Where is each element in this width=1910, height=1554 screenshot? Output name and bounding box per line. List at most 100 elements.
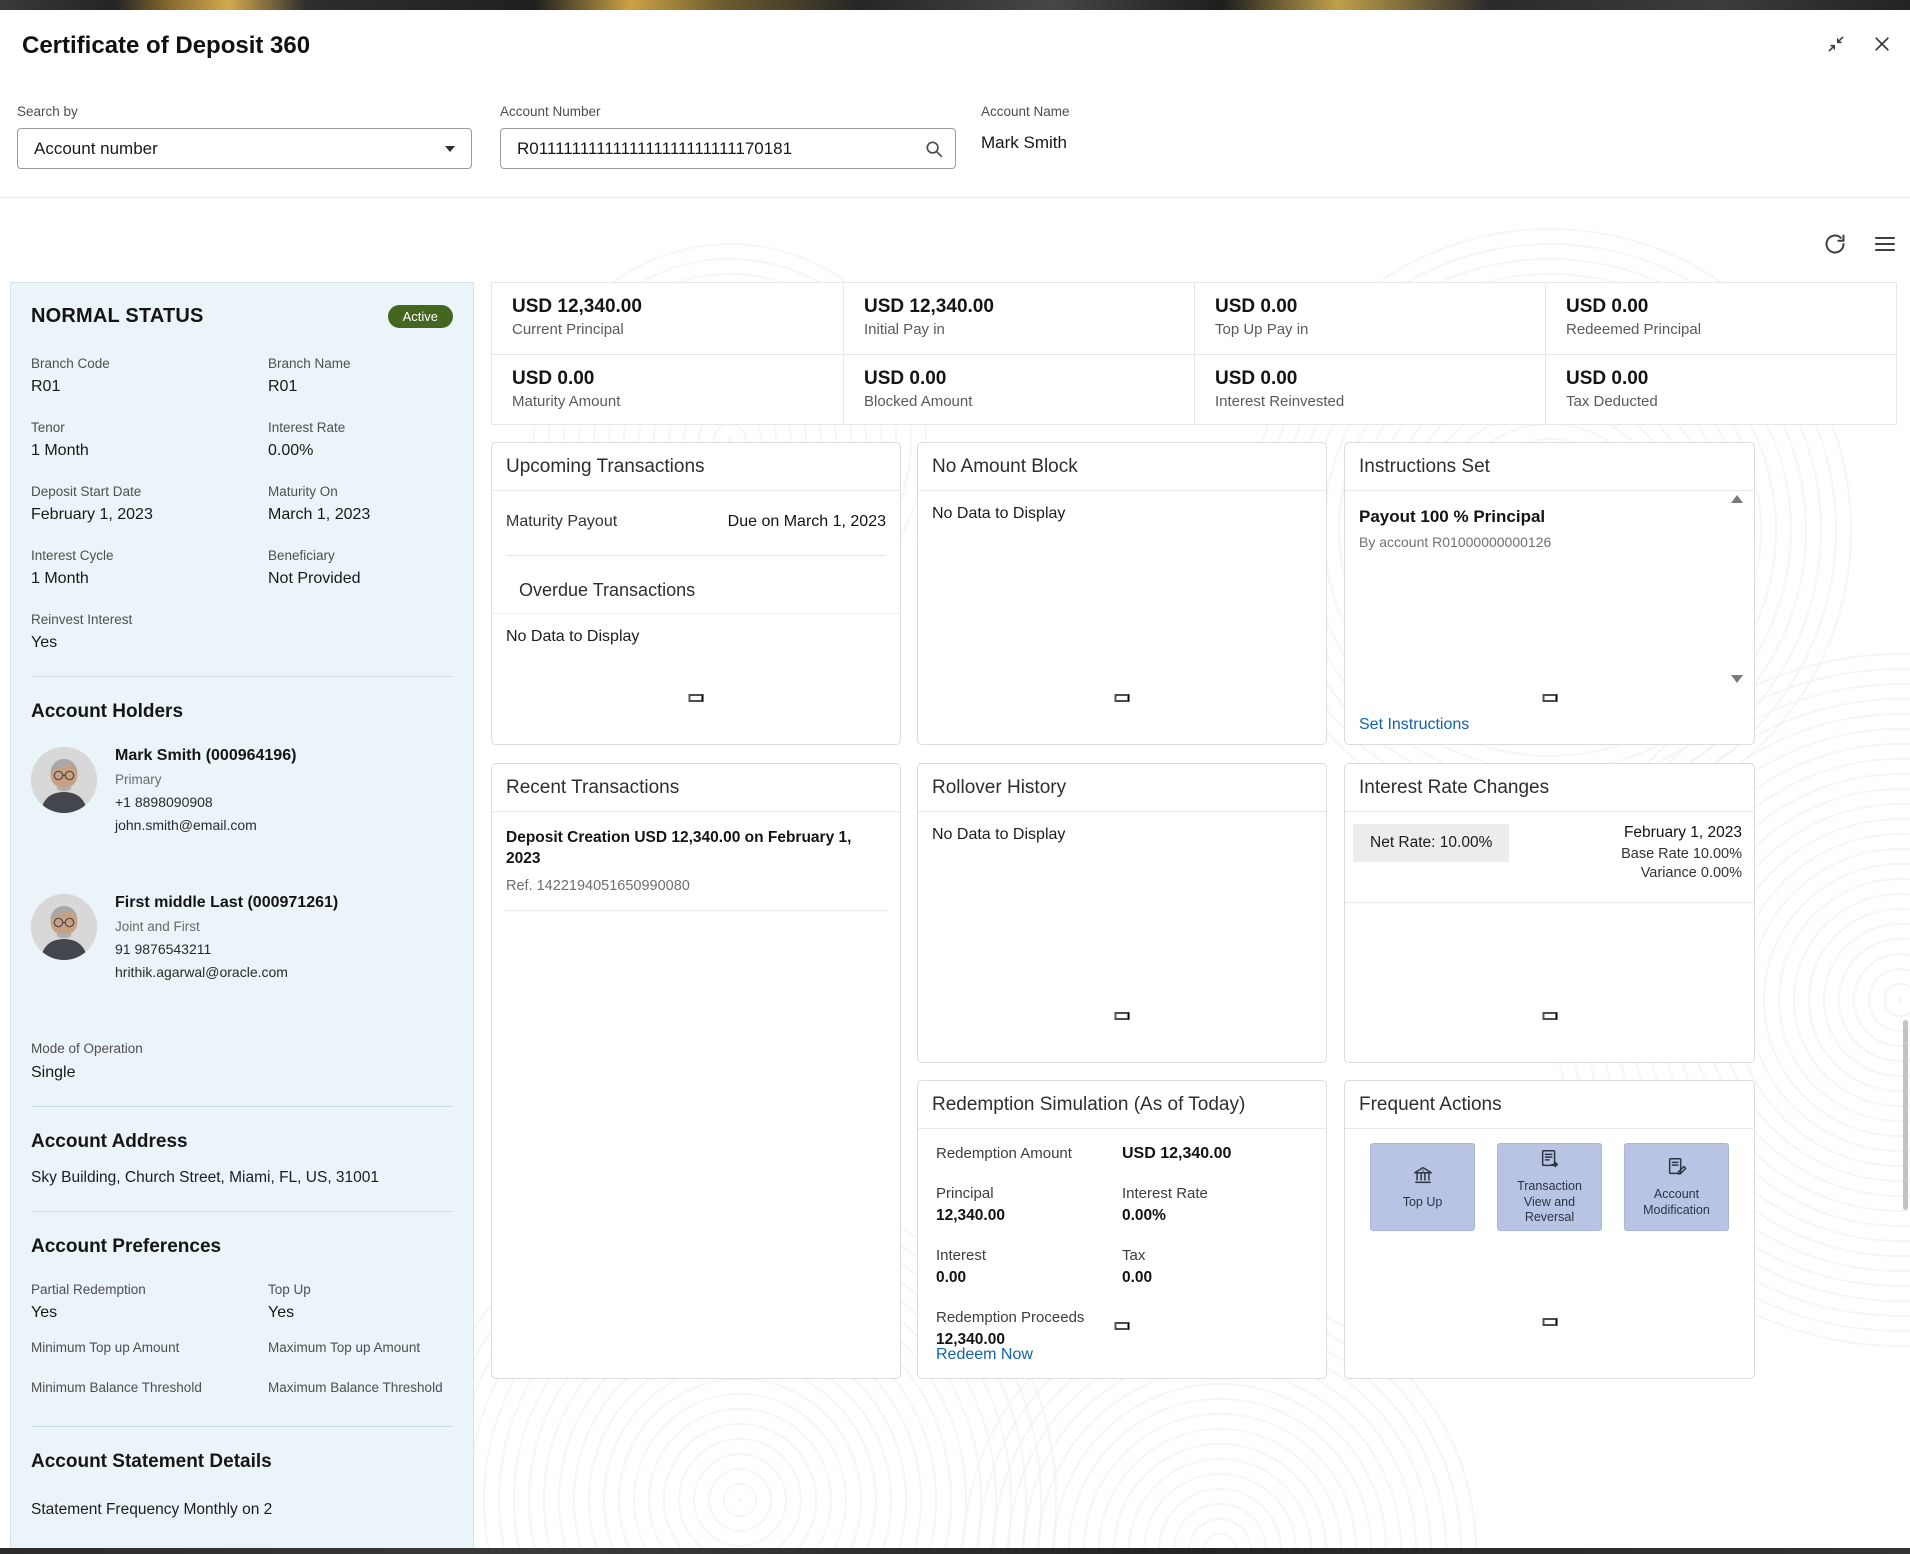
search-by-label: Search by bbox=[17, 104, 78, 119]
overdue-transactions-title: Overdue Transactions bbox=[492, 556, 900, 614]
field-label: Partial Redemption bbox=[31, 1282, 146, 1297]
tile-label: Redeemed Principal bbox=[1566, 321, 1702, 338]
background-photo-strip bbox=[0, 1548, 1910, 1554]
redemption-fields: Redemption Amount USD 12,340.00 Principa… bbox=[918, 1129, 1326, 1349]
field-tax: Tax 0.00 bbox=[1122, 1247, 1308, 1287]
card-resize-handle[interactable] bbox=[1542, 1012, 1557, 1020]
tile-current-principal: USD 12,340.00 Current Principal bbox=[492, 283, 843, 354]
tile-blocked-amount: USD 0.00 Blocked Amount bbox=[843, 353, 1194, 424]
account-modification-button[interactable]: Account Modification bbox=[1624, 1143, 1729, 1231]
account-number-input[interactable] bbox=[500, 128, 956, 169]
field-maturity-on: Maturity On March 1, 2023 bbox=[268, 484, 453, 524]
tile-tax-deducted: USD 0.00 Tax Deducted bbox=[1545, 353, 1896, 424]
certificate-of-deposit-360-window: Certificate of Deposit 360 Search by Acc… bbox=[0, 0, 1910, 1554]
net-rate-badge: Net Rate: 10.00% bbox=[1353, 824, 1510, 862]
pref-partial-redemption: Partial Redemption Yes bbox=[31, 1282, 268, 1322]
field-value: R01 bbox=[268, 378, 298, 395]
card-title: Recent Transactions bbox=[492, 764, 900, 812]
action-label: Transaction View and Reversal bbox=[1517, 1179, 1582, 1225]
account-address-value: Sky Building, Church Street, Miami, FL, … bbox=[31, 1169, 380, 1186]
account-holder: Mark Smith (000964196) Primary +1 889809… bbox=[31, 747, 453, 840]
card-resize-handle[interactable] bbox=[1542, 694, 1557, 702]
field-deposit-start-date: Deposit Start Date February 1, 2023 bbox=[31, 484, 268, 524]
field-label: Tenor bbox=[31, 420, 65, 435]
search-by-field: Search by Account number bbox=[17, 104, 472, 169]
collapse-icon[interactable] bbox=[1824, 32, 1848, 56]
field-value: Single bbox=[31, 1064, 76, 1081]
scroll-up-icon[interactable] bbox=[1731, 495, 1743, 503]
holder-phone: +1 8898090908 bbox=[115, 794, 213, 810]
card-frequent-actions: Frequent Actions Top Up Transaction View… bbox=[1344, 1080, 1755, 1379]
tile-interest-reinvested: USD 0.00 Interest Reinvested bbox=[1194, 353, 1545, 424]
background-photo-strip bbox=[0, 0, 1910, 10]
field-label: Minimum Balance Threshold bbox=[31, 1380, 202, 1395]
transaction-due: Due on March 1, 2023 bbox=[727, 513, 886, 530]
tile-amount: USD 0.00 bbox=[1215, 296, 1298, 317]
divider bbox=[0, 197, 1910, 198]
tile-label: Top Up Pay in bbox=[1215, 321, 1309, 338]
account-modification-icon bbox=[1666, 1156, 1688, 1181]
holder-phone: 91 9876543211 bbox=[115, 941, 212, 957]
card-resize-handle[interactable] bbox=[1114, 1322, 1130, 1330]
tile-label: Maturity Amount bbox=[512, 392, 621, 410]
search-by-select[interactable]: Account number bbox=[17, 128, 472, 169]
pref-max-topup-amount: Maximum Top up Amount bbox=[268, 1340, 453, 1362]
card-recent-transactions: Recent Transactions Deposit Creation USD… bbox=[491, 763, 901, 1379]
redeem-now-link[interactable]: Redeem Now bbox=[936, 1346, 1033, 1364]
summary-tiles: USD 12,340.00 Current Principal USD 12,34… bbox=[491, 282, 1897, 425]
scroll-down-icon[interactable] bbox=[1731, 675, 1743, 683]
transaction-view-reversal-button[interactable]: Transaction View and Reversal bbox=[1497, 1143, 1602, 1231]
field-value: Not Provided bbox=[268, 570, 361, 587]
no-data-text: No Data to Display bbox=[506, 628, 640, 645]
tile-label: Current Principal bbox=[512, 321, 624, 338]
divider bbox=[31, 1106, 453, 1107]
vertical-scrollbar[interactable] bbox=[1903, 1020, 1908, 1210]
avatar bbox=[31, 894, 97, 960]
status-title: NORMAL STATUS bbox=[31, 305, 204, 327]
set-instructions-link[interactable]: Set Instructions bbox=[1359, 716, 1469, 734]
field-beneficiary: Beneficiary Not Provided bbox=[268, 548, 453, 588]
holder-name: Mark Smith (000964196) bbox=[115, 747, 297, 764]
field-label: Tax bbox=[1122, 1247, 1146, 1264]
interest-rate-row: Net Rate: 10.00% February 1, 2023 Base R… bbox=[1345, 812, 1754, 903]
redemption-amount-value: USD 12,340.00 bbox=[1122, 1145, 1232, 1162]
card-resize-handle[interactable] bbox=[1114, 694, 1130, 702]
field-label: Maximum Top up Amount bbox=[268, 1340, 421, 1355]
field-label: Mode of Operation bbox=[31, 1041, 143, 1056]
header-actions bbox=[1824, 32, 1894, 56]
card-resize-handle[interactable] bbox=[688, 694, 704, 702]
tile-amount: USD 0.00 bbox=[1566, 367, 1649, 389]
account-name-value: Mark Smith bbox=[981, 133, 1067, 152]
divider bbox=[31, 1211, 453, 1212]
refresh-icon[interactable] bbox=[1823, 232, 1847, 256]
action-label: Top Up bbox=[1402, 1194, 1443, 1209]
rate-change-date: February 1, 2023 bbox=[1623, 824, 1742, 841]
account-statement-title: Account Statement Details bbox=[31, 1451, 272, 1472]
card-rollover-history: Rollover History No Data to Display bbox=[917, 763, 1327, 1063]
field-label: Interest Rate bbox=[1122, 1185, 1208, 1202]
transaction-reference: Ref. 1422194051650990080 bbox=[506, 877, 690, 894]
tile-label: Initial Pay in bbox=[864, 321, 945, 338]
holder-role: Joint and First bbox=[115, 919, 200, 934]
card-title: Upcoming Transactions bbox=[492, 443, 900, 491]
field-value: 0.00 bbox=[1122, 1269, 1153, 1286]
tile-redeemed-principal: USD 0.00 Redeemed Principal bbox=[1545, 283, 1896, 354]
close-icon[interactable] bbox=[1870, 32, 1894, 56]
top-up-action-button[interactable]: Top Up bbox=[1370, 1143, 1475, 1231]
transaction-view-reversal-icon bbox=[1539, 1148, 1561, 1173]
field-label: Redemption Proceeds bbox=[936, 1309, 1085, 1326]
instruction-subtitle: By account R01000000000126 bbox=[1359, 534, 1552, 550]
field-value: 1 Month bbox=[31, 570, 89, 587]
search-icon[interactable] bbox=[920, 135, 948, 163]
menu-icon[interactable] bbox=[1873, 232, 1897, 256]
tile-maturity-amount: USD 0.00 Maturity Amount bbox=[492, 353, 843, 425]
field-label: Beneficiary bbox=[268, 548, 335, 563]
card-resize-handle[interactable] bbox=[1114, 1012, 1130, 1020]
page-title: Certificate of Deposit 360 bbox=[22, 32, 311, 59]
card-resize-handle[interactable] bbox=[1542, 1318, 1557, 1326]
account-name-field: Account Name Mark Smith bbox=[981, 104, 1281, 153]
search-by-value: Account number bbox=[34, 138, 158, 158]
frequent-actions-row: Top Up Transaction View and Reversal Acc… bbox=[1345, 1129, 1754, 1231]
status-fields: Branch Code R01 Branch Name R01 Tenor 1 Mon… bbox=[31, 356, 453, 652]
field-value: March 1, 2023 bbox=[268, 506, 371, 523]
